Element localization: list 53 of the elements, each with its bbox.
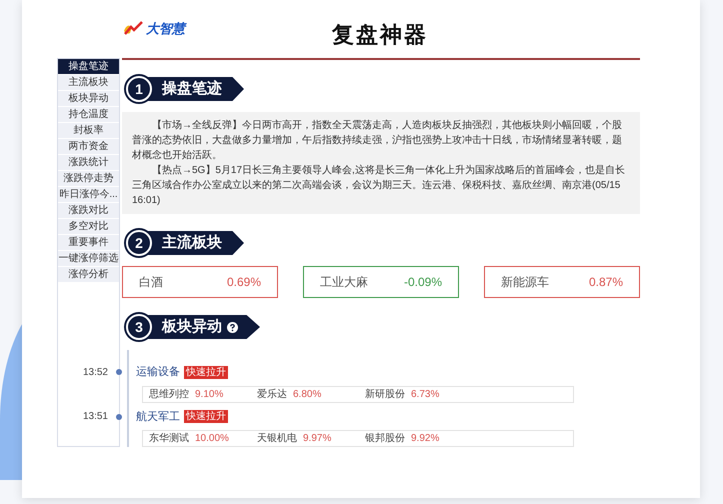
sidebar-item[interactable]: 多空对比 [58, 219, 119, 235]
stock-change: 6.80% [293, 388, 322, 402]
section-title: 板块异动 [162, 317, 222, 337]
note-paragraph: 【热点→5G】5月17日长三角主要领导人峰会,这将是长三角一体化上升为国家战略后的首届峰会，也是自长三角区域合作办公室成立以来的第二次高端会谈，会议为期三天。连云港、保税科技、嘉欣丝绸、南京港(05/15 16:01) [132, 164, 626, 208]
sidebar-item[interactable]: 主流板块 [58, 75, 119, 91]
sector-link[interactable]: 航天军工 [136, 408, 180, 425]
sector-name: 白酒 [139, 274, 163, 291]
event-time: 13:52 [82, 366, 109, 380]
step-number: 1 [126, 76, 152, 102]
stock-name[interactable]: 东华测试 [149, 431, 189, 446]
sidebar-item[interactable]: 板块异动 [58, 91, 119, 107]
sector-change: 0.69% [226, 274, 261, 291]
alert-tag: 快速拉升 [184, 366, 228, 379]
section-title: 操盘笔迹 [162, 79, 222, 99]
sidebar-item[interactable]: 封板率 [58, 123, 119, 139]
step-number: 3 [126, 314, 152, 340]
sector-card[interactable]: 白酒 0.69% [122, 266, 278, 298]
stock-name[interactable]: 银邦股份 [365, 431, 405, 446]
step-number: 2 [126, 230, 152, 256]
sidebar-item[interactable]: 涨跌停走势 [58, 171, 119, 187]
sidebar-item[interactable]: 一键涨停筛选 [58, 251, 119, 267]
logo-text: 大智慧 [146, 20, 185, 38]
sector-card[interactable]: 新能源车 0.87% [484, 266, 640, 298]
alert-tag: 快速拉升 [184, 410, 228, 424]
sidebar-item[interactable]: 持仓温度 [58, 107, 119, 123]
event-time: 13:51 [82, 410, 109, 424]
sidebar-item[interactable]: 操盘笔迹 [58, 59, 119, 75]
sector-card[interactable]: 工业大麻 -0.09% [303, 266, 459, 298]
sidebar-item[interactable]: 两市资金 [58, 139, 119, 155]
sector-change: 0.87% [588, 274, 623, 291]
stock-name[interactable]: 新研股份 [365, 386, 405, 402]
stock-change: 9.92% [411, 432, 440, 446]
note-paragraph: 【市场→全线反弹】今日两市高开，指数全天震荡走高，人造肉板块反抽强烈，其他板块则小幅回暖，个股普涨的态势依旧，大盘做多力量增加，午后指数持续走强，沪指也强势上攻冲击十日线，市场情绪显著转暖，题材概念也开始活跃。 [132, 118, 623, 163]
stock-change: 9.97% [303, 432, 332, 446]
stock-change: 10.00% [195, 432, 229, 446]
sector-link[interactable]: 运输设备 [136, 364, 180, 380]
sector-name: 工业大麻 [320, 274, 368, 291]
stock-name[interactable]: 天银机电 [257, 431, 297, 446]
sidebar-item[interactable]: 涨停分析 [58, 267, 119, 283]
stock-change: 6.73% [411, 388, 440, 402]
section-title: 主流板块 [162, 232, 222, 253]
stock-name[interactable]: 爱乐达 [257, 386, 287, 402]
stock-name[interactable]: 思维列控 [149, 386, 189, 402]
logo-icon [122, 21, 144, 37]
sector-name: 新能源车 [501, 274, 549, 291]
stock-change: 9.10% [195, 388, 224, 402]
sidebar-item[interactable]: 重要事件 [58, 235, 119, 251]
page-title: 复盘神器 [332, 21, 428, 49]
sidebar-item[interactable]: 涨跌统计 [58, 155, 119, 171]
sector-change: -0.09% [404, 274, 442, 291]
help-icon[interactable] [227, 322, 238, 332]
sidebar-item[interactable]: 昨日涨停今... [58, 187, 119, 203]
sidebar-item[interactable]: 涨跌对比 [58, 203, 119, 219]
